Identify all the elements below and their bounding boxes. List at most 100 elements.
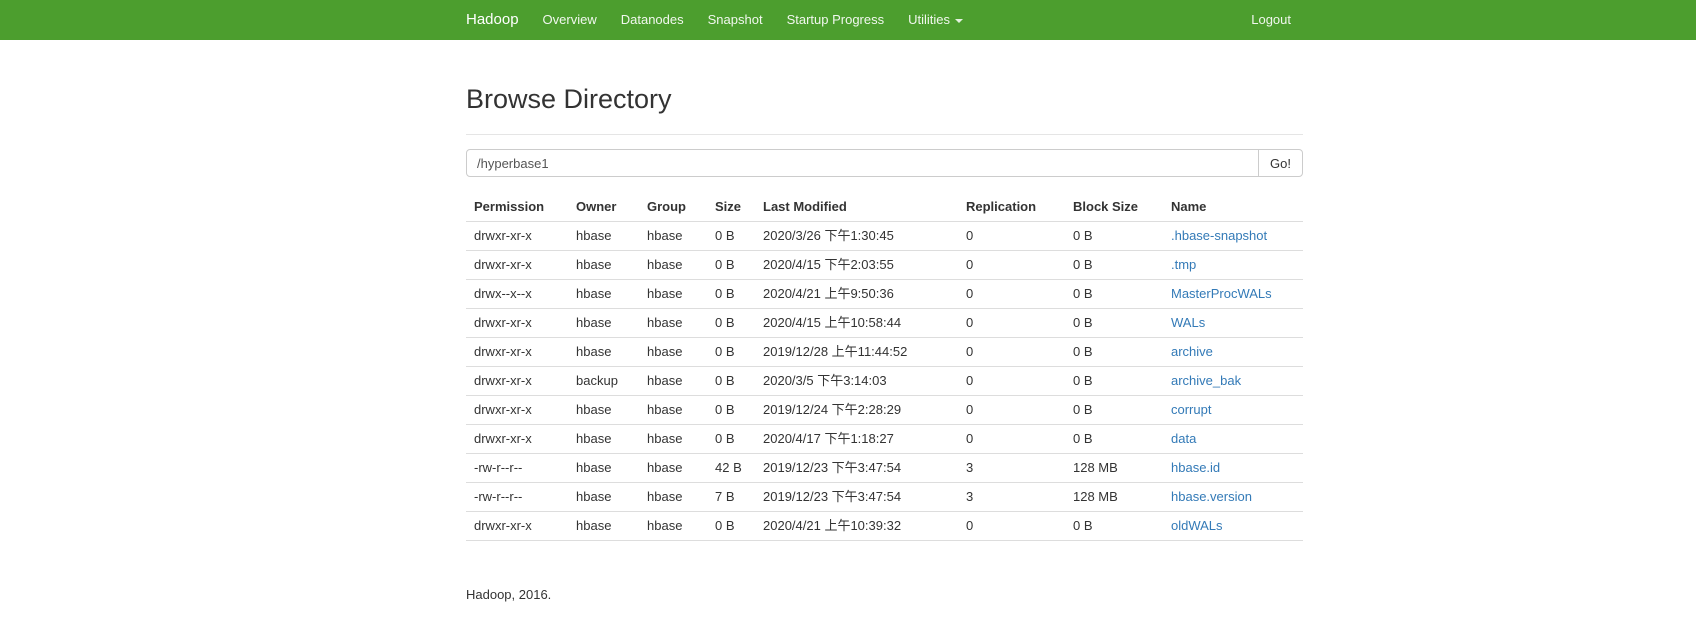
directory-link[interactable]: oldWALs — [1171, 518, 1223, 533]
logout-link[interactable]: Logout — [1239, 0, 1303, 40]
cell: 0 B — [707, 221, 755, 251]
cell-name: oldWALs — [1163, 511, 1303, 541]
table-header-row: Permission Owner Group Size Last Modified Rep… — [466, 193, 1303, 222]
cell: hbase — [639, 511, 707, 541]
nav-item: Datanodes — [609, 0, 696, 40]
directory-path-input[interactable] — [466, 149, 1260, 177]
directory-link[interactable]: hbase.id — [1171, 460, 1220, 475]
cell: hbase — [568, 511, 639, 541]
column-header-name: Name — [1163, 193, 1303, 222]
cell: drwxr-xr-x — [466, 337, 568, 367]
cell: drwx--x--x — [466, 279, 568, 309]
cell: 0 B — [707, 366, 755, 396]
cell-name: MasterProcWALs — [1163, 279, 1303, 309]
directory-link[interactable]: .tmp — [1171, 257, 1196, 272]
directory-link[interactable]: hbase.version — [1171, 489, 1252, 504]
table-row: drwxr-xr-x hbase hbase 0 B 2019/12/24 下午2:28… — [466, 395, 1303, 425]
cell: 2020/4/21 上午9:50:36 — [755, 279, 958, 309]
cell: 0 — [958, 221, 1065, 251]
cell: hbase — [568, 337, 639, 367]
cell: 3 — [958, 482, 1065, 512]
cell: hbase — [568, 453, 639, 483]
cell: 0 — [958, 337, 1065, 367]
cell: 128 MB — [1065, 482, 1163, 512]
chevron-down-icon — [955, 18, 964, 23]
cell: -rw-r--r-- — [466, 482, 568, 512]
cell: drwxr-xr-x — [466, 424, 568, 454]
cell: 0 B — [707, 279, 755, 309]
cell: 0 B — [707, 395, 755, 425]
cell: hbase — [639, 366, 707, 396]
directory-link[interactable]: MasterProcWALs — [1171, 286, 1272, 301]
cell: hbase — [568, 308, 639, 338]
go-button[interactable]: Go! — [1258, 149, 1303, 177]
cell: 0 B — [707, 308, 755, 338]
directory-link[interactable]: data — [1171, 431, 1196, 446]
cell: 0 B — [1065, 511, 1163, 541]
cell-name: data — [1163, 424, 1303, 454]
nav-link-utilities[interactable]: Utilities — [896, 0, 975, 40]
cell-name: archive_bak — [1163, 366, 1303, 396]
cell: 0 — [958, 395, 1065, 425]
directory-link[interactable]: WALs — [1171, 315, 1205, 330]
cell: hbase — [639, 395, 707, 425]
table-row: drwxr-xr-x hbase hbase 0 B 2019/12/28 上午11:4… — [466, 337, 1303, 367]
table-row: drwxr-xr-x hbase hbase 0 B 2020/4/15 下午2:03:… — [466, 250, 1303, 280]
cell: 128 MB — [1065, 453, 1163, 483]
cell: hbase — [639, 482, 707, 512]
cell: 0 B — [707, 424, 755, 454]
cell-name: hbase.id — [1163, 453, 1303, 483]
cell-name: .tmp — [1163, 250, 1303, 280]
cell: 2019/12/28 上午11:44:52 — [755, 337, 958, 367]
table-row: -rw-r--r-- hbase hbase 7 B 2019/12/23 下午3:47… — [466, 482, 1303, 512]
cell: 0 B — [1065, 337, 1163, 367]
cell: 0 — [958, 308, 1065, 338]
navbar-right-menu: Logout — [1239, 0, 1303, 40]
cell: hbase — [568, 395, 639, 425]
cell: 2020/4/17 下午1:18:27 — [755, 424, 958, 454]
column-header-permission: Permission — [466, 193, 568, 222]
directory-link[interactable]: archive_bak — [1171, 373, 1241, 388]
cell: 0 — [958, 366, 1065, 396]
cell-name: archive — [1163, 337, 1303, 367]
cell: 0 B — [1065, 366, 1163, 396]
table-row: drwxr-xr-x hbase hbase 0 B 2020/4/21 上午10:39… — [466, 511, 1303, 541]
cell: hbase — [639, 279, 707, 309]
navbar-brand[interactable]: Hadoop — [466, 0, 519, 40]
table-row: drwxr-xr-x backup hbase 0 B 2020/3/5 下午3:14:… — [466, 366, 1303, 396]
cell: drwxr-xr-x — [466, 366, 568, 396]
footer-text: Hadoop, 2016. — [466, 587, 552, 602]
table-row: drwxr-xr-x hbase hbase 0 B 2020/4/15 上午10:58… — [466, 308, 1303, 338]
cell: 2020/4/15 下午2:03:55 — [755, 250, 958, 280]
table-row: drwxr-xr-x hbase hbase 0 B 2020/4/17 下午1:18:… — [466, 424, 1303, 454]
column-header-size: Size — [707, 193, 755, 222]
cell-name: .hbase-snapshot — [1163, 221, 1303, 251]
directory-link[interactable]: archive — [1171, 344, 1213, 359]
directory-link[interactable]: .hbase-snapshot — [1171, 228, 1267, 243]
cell: hbase — [568, 424, 639, 454]
cell: hbase — [639, 424, 707, 454]
directory-link[interactable]: corrupt — [1171, 402, 1211, 417]
top-navbar: Hadoop Overview Datanodes Snapshot Startup … — [0, 0, 1696, 40]
cell: 0 B — [707, 511, 755, 541]
column-header-replication: Replication — [958, 193, 1065, 222]
cell: drwxr-xr-x — [466, 308, 568, 338]
nav-link-snapshot[interactable]: Snapshot — [696, 0, 775, 40]
divider — [466, 134, 1303, 135]
cell: hbase — [568, 279, 639, 309]
cell: hbase — [639, 250, 707, 280]
cell: 0 B — [707, 337, 755, 367]
cell: 2020/4/21 上午10:39:32 — [755, 511, 958, 541]
cell: 0 — [958, 279, 1065, 309]
nav-link-datanodes[interactable]: Datanodes — [609, 0, 696, 40]
nav-link-overview[interactable]: Overview — [531, 0, 609, 40]
nav-item: Utilities — [896, 0, 975, 40]
navbar-container: Hadoop Overview Datanodes Snapshot Startup … — [451, 0, 1318, 40]
cell: drwxr-xr-x — [466, 511, 568, 541]
cell: 0 B — [1065, 250, 1163, 280]
path-input-group: Go! — [466, 149, 1303, 177]
nav-link-startup-progress[interactable]: Startup Progress — [775, 0, 897, 40]
cell: hbase — [639, 453, 707, 483]
cell: 0 — [958, 424, 1065, 454]
cell: 7 B — [707, 482, 755, 512]
